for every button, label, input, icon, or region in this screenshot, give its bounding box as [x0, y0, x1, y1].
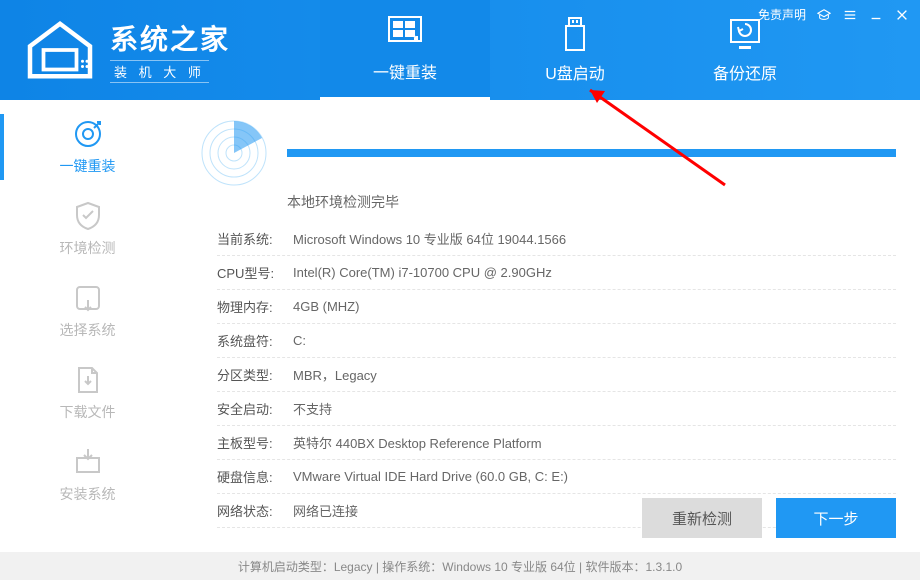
minimize-icon[interactable]: [868, 7, 884, 23]
sidebar: 一键重装 环境检测 选择系统 下载文件 安装系统: [0, 100, 175, 552]
info-row: 硬盘信息:VMware Virtual IDE Hard Drive (60.0…: [217, 460, 896, 494]
info-table: 当前系统:Microsoft Windows 10 专业版 64位 19044.…: [217, 222, 896, 528]
sidebar-item-install[interactable]: 安装系统: [0, 434, 175, 516]
body: 一键重装 环境检测 选择系统 下载文件 安装系统: [0, 100, 920, 552]
info-value: 不支持: [293, 399, 896, 418]
install-icon: [72, 446, 104, 478]
usb-icon: [554, 16, 596, 52]
info-label: CPU型号:: [217, 263, 293, 282]
disclaimer-link[interactable]: 免责声明: [758, 6, 806, 23]
footer-status: 计算机启动类型：Legacy | 操作系统：Windows 10 专业版 64位…: [0, 552, 920, 580]
scan-status: 本地环境检测完毕: [287, 192, 896, 212]
house-logo-icon: [20, 20, 100, 80]
sidebar-label: 环境检测: [60, 238, 116, 258]
info-label: 当前系统:: [217, 229, 293, 248]
info-value: MBR，Legacy: [293, 365, 896, 384]
windows-icon: [384, 15, 426, 51]
close-icon[interactable]: [894, 7, 910, 23]
info-row: 主板型号:英特尔 440BX Desktop Reference Platfor…: [217, 426, 896, 460]
target-icon: [72, 118, 104, 150]
select-icon: [72, 282, 104, 314]
info-label: 物理内存:: [217, 297, 293, 316]
sidebar-item-select[interactable]: 选择系统: [0, 270, 175, 352]
topnav-label: 备份还原: [713, 60, 777, 84]
sidebar-label: 一键重装: [60, 156, 116, 176]
download-icon: [72, 364, 104, 396]
radar-icon: [199, 118, 269, 188]
info-value: VMware Virtual IDE Hard Drive (60.0 GB, …: [293, 469, 896, 484]
sidebar-label: 安装系统: [60, 484, 116, 504]
topnav-label: U盘启动: [545, 60, 605, 84]
info-label: 分区类型:: [217, 365, 293, 384]
info-label: 主板型号:: [217, 433, 293, 452]
info-value: C:: [293, 333, 896, 348]
info-label: 硬盘信息:: [217, 467, 293, 486]
menu-icon[interactable]: [842, 7, 858, 23]
graduation-icon[interactable]: [816, 7, 832, 23]
sidebar-item-download[interactable]: 下载文件: [0, 352, 175, 434]
progress-bar: [287, 149, 896, 157]
info-value: Microsoft Windows 10 专业版 64位 19044.1566: [293, 229, 896, 248]
sidebar-label: 选择系统: [60, 320, 116, 340]
next-button[interactable]: 下一步: [776, 498, 896, 538]
info-label: 系统盘符:: [217, 331, 293, 350]
info-label: 安全启动:: [217, 399, 293, 418]
shield-icon: [72, 200, 104, 232]
info-row: CPU型号:Intel(R) Core(TM) i7-10700 CPU @ 2…: [217, 256, 896, 290]
logo-subtitle: 装 机 大 师: [110, 60, 209, 83]
info-row: 分区类型:MBR，Legacy: [217, 358, 896, 392]
info-label: 网络状态:: [217, 501, 293, 520]
main-panel: 本地环境检测完毕 当前系统:Microsoft Windows 10 专业版 6…: [175, 100, 920, 552]
sidebar-item-reinstall[interactable]: 一键重装: [0, 106, 175, 188]
header: 系统之家 装 机 大 师 一键重装 U盘启动: [0, 0, 920, 100]
info-value: Intel(R) Core(TM) i7-10700 CPU @ 2.90GHz: [293, 265, 896, 280]
info-row: 当前系统:Microsoft Windows 10 专业版 64位 19044.…: [217, 222, 896, 256]
logo-title: 系统之家: [110, 18, 230, 58]
info-row: 物理内存:4GB (MHZ): [217, 290, 896, 324]
action-buttons: 重新检测 下一步: [642, 498, 896, 538]
topnav-reinstall[interactable]: 一键重装: [320, 0, 490, 100]
rescan-button[interactable]: 重新检测: [642, 498, 762, 538]
topnav-label: 一键重装: [373, 59, 437, 83]
titlebar: 免责声明: [758, 6, 910, 23]
scan-row: [199, 118, 896, 188]
info-row: 系统盘符:C:: [217, 324, 896, 358]
sidebar-item-detect[interactable]: 环境检测: [0, 188, 175, 270]
info-row: 安全启动:不支持: [217, 392, 896, 426]
info-value: 4GB (MHZ): [293, 299, 896, 314]
info-value: 英特尔 440BX Desktop Reference Platform: [293, 433, 896, 452]
topnav-usb[interactable]: U盘启动: [490, 0, 660, 100]
sidebar-label: 下载文件: [60, 402, 116, 422]
logo: 系统之家 装 机 大 师: [0, 18, 320, 83]
